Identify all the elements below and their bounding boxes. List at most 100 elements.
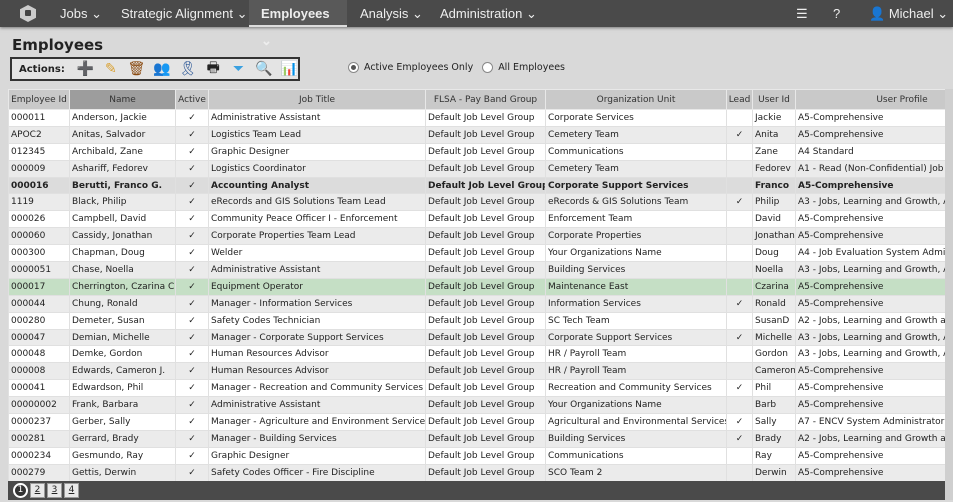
cell-name: Chapman, Doug xyxy=(69,244,176,263)
radio-active-only[interactable] xyxy=(348,62,359,73)
column-header-user-id[interactable]: User Id xyxy=(752,89,796,110)
table-row[interactable]: 0000051 Chase, Noella ✓ Administrative Assi… xyxy=(8,261,945,279)
table-row[interactable]: 000279 Gettis, Derwin ✓ Safety Codes Office… xyxy=(8,463,945,481)
table-row[interactable]: 000008 Edwards, Cameron J. ✓ Human Resource… xyxy=(8,362,945,381)
table-row[interactable]: 0000234 Gesmundo, Ray ✓ Graphic Designer Def… xyxy=(8,446,945,465)
cell-user-id: Doug xyxy=(752,244,796,263)
cell-user-profile: A7 - ENCV System Administrator xyxy=(795,413,945,431)
cell-employee-id: 00000002 xyxy=(8,396,70,415)
table-row[interactable]: 1119 Black, Philip ✓ eRecords and GIS Solut… xyxy=(8,193,945,212)
filter-icon[interactable]: ⏷ xyxy=(230,60,247,78)
table-row[interactable]: 012345 Archibald, Zane ✓ Graphic Designer De… xyxy=(8,142,945,161)
cell-user-profile: A1 - Read (Non-Confidential) Job xyxy=(795,159,945,178)
table-row[interactable]: 000009 Ashariff, Fedorev ✓ Logistics Coordi… xyxy=(8,159,945,178)
settings-sliders-icon[interactable]: ☰ xyxy=(796,0,808,27)
table-row[interactable]: 000026 Campbell, David ✓ Community Peace Of… xyxy=(8,210,945,229)
nav-employees[interactable]: Employees ⌄ xyxy=(249,0,347,48)
cell-employee-id: 000044 xyxy=(8,294,70,313)
nav-analysis[interactable]: Analysis ⌄ xyxy=(348,0,435,27)
cell-user-id: Zane xyxy=(752,142,796,161)
reports-icon[interactable]: 📊 xyxy=(281,60,298,78)
cell-user-id: Derwin xyxy=(752,463,796,481)
table-row[interactable]: 000048 Demke, Gordon ✓ Human Resources Advi… xyxy=(8,345,945,364)
cell-active: ✓ xyxy=(175,261,209,279)
users-icon[interactable]: 👥 xyxy=(153,60,170,78)
page-4-button[interactable]: 4 xyxy=(64,483,79,498)
search-icon[interactable]: 🔍 xyxy=(255,60,272,78)
table-row[interactable]: 000017 Cherrington, Czarina C. ✓ Equipment … xyxy=(8,277,945,296)
column-header-org-unit[interactable]: Organization Unit xyxy=(545,89,727,110)
table-row[interactable]: 0000237 Gerber, Sally ✓ Manager - Agricultu… xyxy=(8,413,945,431)
cell-lead xyxy=(726,311,753,330)
cell-name: Gesmundo, Ray xyxy=(69,446,176,465)
cell-lead: ✓ xyxy=(726,413,753,431)
table-row[interactable]: APOC2 Anitas, Salvador ✓ Logistics Team Lea… xyxy=(8,125,945,144)
table-row[interactable]: 000281 Gerrard, Brady ✓ Manager - Building … xyxy=(8,429,945,448)
radio-all[interactable] xyxy=(482,62,494,73)
page-2-button[interactable]: 2 xyxy=(30,483,45,498)
table-row[interactable]: 000280 Demeter, Susan ✓ Safety Codes Techni… xyxy=(8,311,945,330)
cell-org-unit: Enforcement Team xyxy=(545,210,727,229)
page-3-button[interactable]: 3 xyxy=(47,483,62,498)
cell-job-title: Community Peace Officer I - Enforcement xyxy=(208,210,426,229)
cell-name: Ashariff, Fedorev xyxy=(69,159,176,178)
employees-table: Employee Id Name Active Job Title FLSA - Pay… xyxy=(8,89,945,481)
table-row[interactable]: 000300 Chapman, Doug ✓ Welder Default Job Le… xyxy=(8,244,945,263)
column-header-job-title[interactable]: Job Title xyxy=(208,89,426,110)
table-row[interactable]: 000011 Anderson, Jackie ✓ Administrative As… xyxy=(8,109,945,127)
cell-lead xyxy=(726,362,753,381)
logo[interactable] xyxy=(20,5,36,22)
nav-administration[interactable]: Administration ⌄ xyxy=(428,0,549,27)
table-row[interactable]: 000041 Edwardson, Phil ✓ Manager - Recreati… xyxy=(8,379,945,398)
nav-jobs[interactable]: Jobs ⌄ xyxy=(48,0,114,27)
cell-user-profile: A5-Comprehensive xyxy=(795,294,945,313)
table-row[interactable]: 00000002 Frank, Barbara ✓ Administrative As… xyxy=(8,396,945,415)
column-header-flsa[interactable]: FLSA - Pay Band Group xyxy=(425,89,546,110)
cell-user-id: Ray xyxy=(752,446,796,465)
cell-user-id: Michelle xyxy=(752,328,796,347)
cell-active: ✓ xyxy=(175,109,209,127)
scrollbar[interactable] xyxy=(945,89,953,500)
top-nav: Jobs ⌄ Strategic Alignment ⌄ Employees ⌄… xyxy=(0,0,953,48)
cell-lead xyxy=(726,210,753,229)
user-menu[interactable]: 👤 Michael ⌄ xyxy=(869,0,948,27)
cell-org-unit: SCO Team 2 xyxy=(545,463,727,481)
cell-employee-id: 000048 xyxy=(8,345,70,364)
column-header-user-profile[interactable]: User Profile xyxy=(795,89,945,110)
help-icon[interactable]: ? xyxy=(833,0,840,27)
table-row[interactable]: 000060 Cassidy, Jonathan ✓ Corporate Proper… xyxy=(8,227,945,246)
cell-job-title: Administrative Assistant xyxy=(208,261,426,279)
column-header-lead[interactable]: Lead xyxy=(726,89,753,110)
table-row[interactable]: 000047 Demian, Michelle ✓ Manager - Corpora… xyxy=(8,328,945,347)
table-row[interactable]: 000016 Berutti, Franco G. ✓ Accounting Anal… xyxy=(8,176,945,195)
cell-name: Chung, Ronald xyxy=(69,294,176,313)
edit-icon[interactable]: ✎ xyxy=(102,60,119,78)
print-icon[interactable]: 🖶 xyxy=(205,60,222,78)
delete-icon[interactable]: 🗑 xyxy=(128,60,146,78)
cell-lead: ✓ xyxy=(726,294,753,313)
cell-name: Berutti, Franco G. xyxy=(69,176,176,195)
cell-job-title: Manager - Agriculture and Environment Se… xyxy=(208,413,426,431)
cell-job-title: Human Resources Advisor xyxy=(208,362,426,381)
cell-employee-id: 000041 xyxy=(8,379,70,398)
cell-flsa: Default Job Level Group xyxy=(425,396,546,415)
cell-name: Archibald, Zane xyxy=(69,142,176,161)
column-header-employee-id[interactable]: Employee Id xyxy=(8,89,70,110)
column-header-name[interactable]: Name xyxy=(69,89,176,110)
cell-job-title: Logistics Coordinator xyxy=(208,159,426,178)
nav-strategic-alignment[interactable]: Strategic Alignment ⌄ xyxy=(109,0,260,27)
cell-lead: ✓ xyxy=(726,125,753,144)
table-row[interactable]: 000044 Chung, Ronald ✓ Manager - Informatio… xyxy=(8,294,945,313)
cell-name: Cassidy, Jonathan xyxy=(69,227,176,246)
cell-user-id: Phil xyxy=(752,379,796,398)
page-1-button[interactable]: 1 xyxy=(13,483,28,498)
add-icon[interactable]: ➕ xyxy=(77,60,94,78)
cell-name: Campbell, David xyxy=(69,210,176,229)
user-icon: 👤 xyxy=(869,6,886,21)
cell-active: ✓ xyxy=(175,159,209,178)
ribbon-icon[interactable]: 🎗 xyxy=(179,60,197,78)
cell-lead xyxy=(726,446,753,465)
cell-job-title: Safety Codes Technician xyxy=(208,311,426,330)
column-header-active[interactable]: Active xyxy=(175,89,209,110)
cell-flsa: Default Job Level Group xyxy=(425,142,546,161)
